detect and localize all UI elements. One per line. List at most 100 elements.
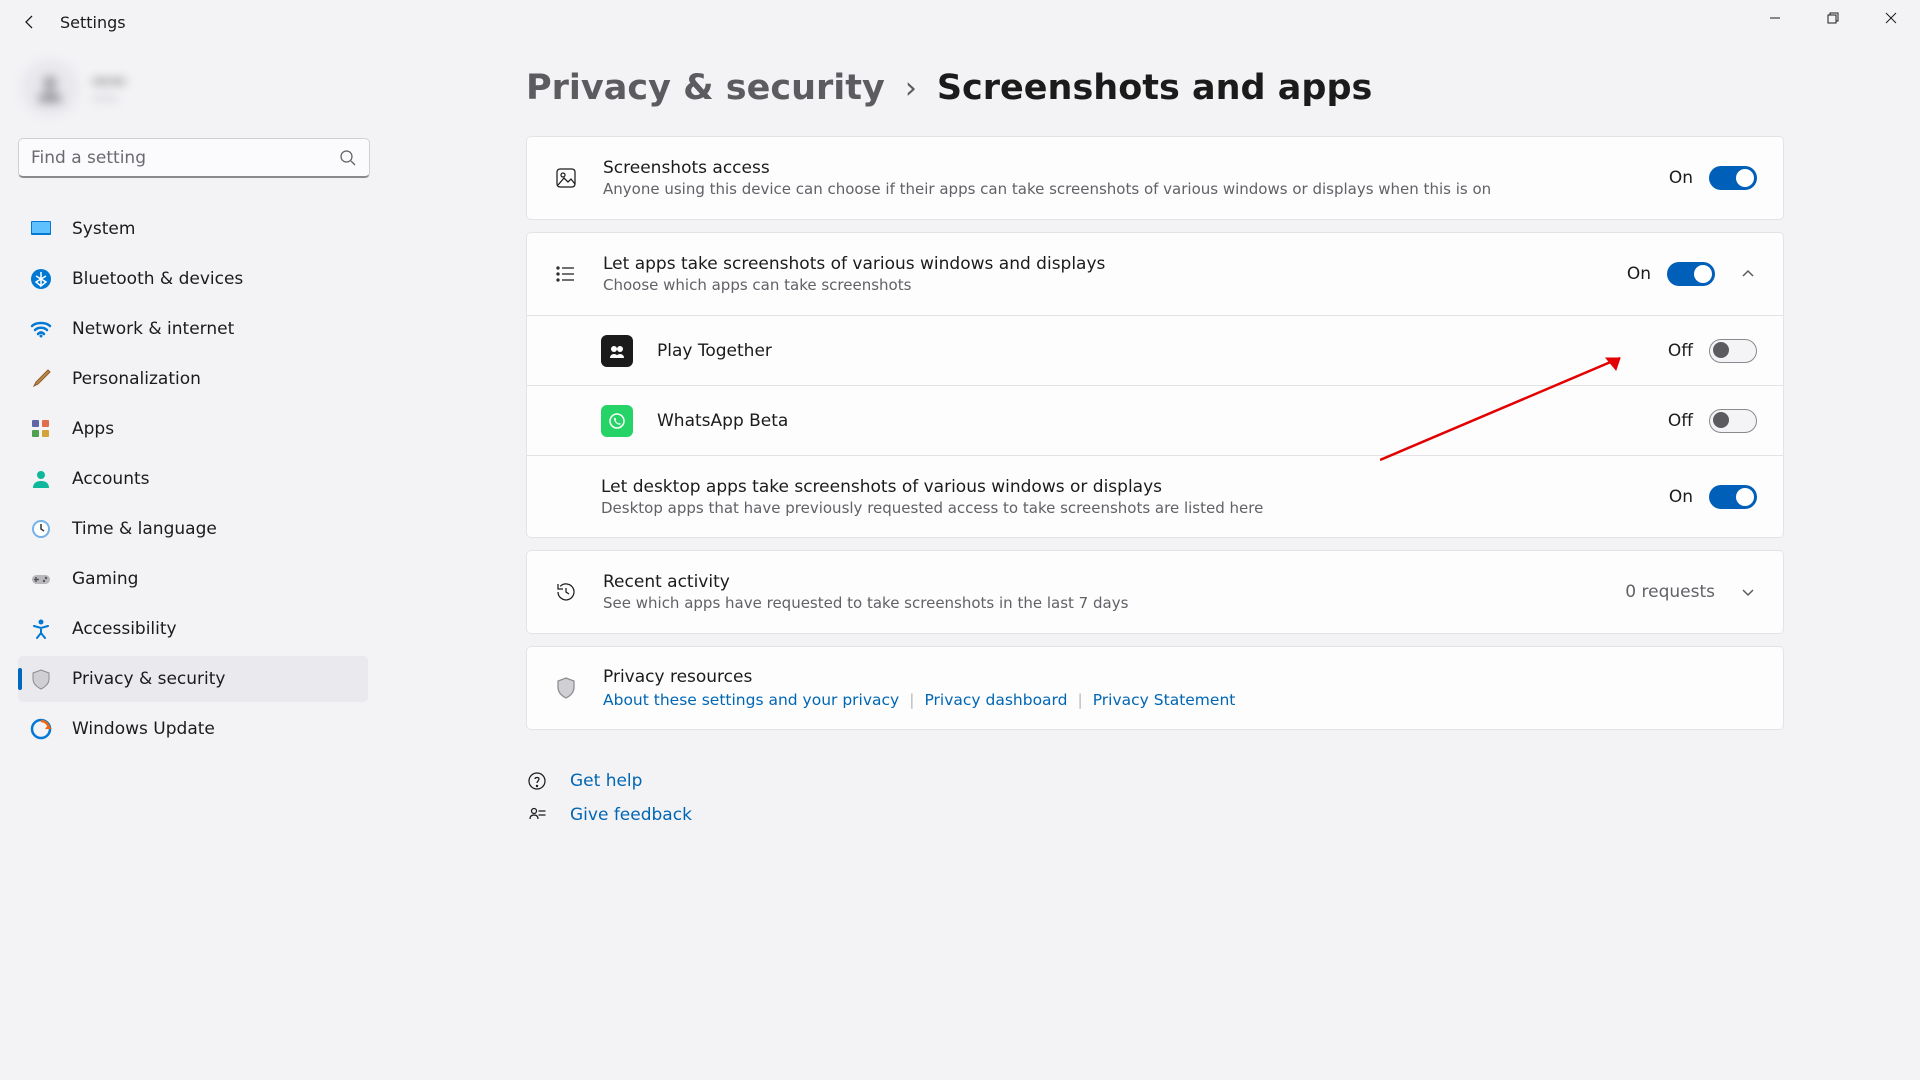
row-title: Privacy resources: [603, 667, 1757, 687]
toggle-desktop-apps[interactable]: [1709, 485, 1757, 509]
nav-time[interactable]: Time & language: [18, 506, 368, 552]
accounts-icon: [30, 468, 52, 490]
profile-email: ——: [92, 91, 126, 106]
link-about-settings[interactable]: About these settings and your privacy: [603, 691, 899, 709]
profile-name: ——: [92, 71, 126, 91]
nav-system[interactable]: System: [18, 206, 368, 252]
nav-gaming[interactable]: Gaming: [18, 556, 368, 602]
window-controls: [1746, 0, 1920, 36]
panel-privacy-resources: Privacy resources About these settings a…: [526, 646, 1784, 730]
toggle-label: Off: [1668, 341, 1693, 361]
image-icon: [553, 165, 579, 191]
row-title: Let apps take screenshots of various win…: [603, 254, 1627, 274]
back-button[interactable]: [16, 8, 44, 36]
row-app-whatsapp: WhatsApp Beta Off: [527, 385, 1783, 455]
chevron-right-icon: ›: [905, 71, 917, 106]
toggle-let-apps[interactable]: [1667, 262, 1715, 286]
nav-personalization[interactable]: Personalization: [18, 356, 368, 402]
link-privacy-dashboard[interactable]: Privacy dashboard: [924, 691, 1067, 709]
update-icon: [30, 718, 52, 740]
row-title: Recent activity: [603, 572, 1625, 592]
panel-let-apps: Let apps take screenshots of various win…: [526, 232, 1784, 538]
nav-label: Bluetooth & devices: [72, 269, 243, 289]
help-icon: [526, 770, 548, 792]
nav-update[interactable]: Windows Update: [18, 706, 368, 752]
nav-network[interactable]: Network & internet: [18, 306, 368, 352]
toggle-label: Off: [1668, 411, 1693, 431]
row-subtitle: Desktop apps that have previously reques…: [601, 499, 1669, 517]
panel-recent-activity[interactable]: Recent activity See which apps have requ…: [526, 550, 1784, 634]
row-title: Let desktop apps take screenshots of var…: [601, 477, 1669, 497]
gamepad-icon: [30, 568, 52, 590]
nav-label: Gaming: [72, 569, 138, 589]
app-name-label: WhatsApp Beta: [657, 411, 1668, 431]
brush-icon: [30, 368, 52, 390]
row-desktop-apps[interactable]: Let desktop apps take screenshots of var…: [527, 455, 1783, 537]
nav-label: Accounts: [72, 469, 150, 489]
search-input[interactable]: [31, 148, 339, 168]
nav-label: Network & internet: [72, 319, 234, 339]
sidebar: —— —— System Bluetooth & devices Network…: [18, 60, 368, 752]
footer-label: Get help: [570, 771, 642, 791]
nav-privacy[interactable]: Privacy & security: [18, 656, 368, 702]
content-area: Screenshots access Anyone using this dev…: [526, 136, 1784, 730]
clock-icon: [30, 518, 52, 540]
nav-accounts[interactable]: Accounts: [18, 456, 368, 502]
row-let-apps[interactable]: Let apps take screenshots of various win…: [527, 233, 1783, 315]
get-help-link[interactable]: Get help: [526, 770, 692, 792]
chevron-down-icon[interactable]: [1739, 583, 1757, 601]
app-icon-play-together: [601, 335, 633, 367]
shield-icon: [30, 668, 52, 690]
nav-accessibility[interactable]: Accessibility: [18, 606, 368, 652]
row-app-play-together: Play Together Off: [527, 315, 1783, 385]
minimize-button[interactable]: [1746, 0, 1804, 36]
nav-label: Windows Update: [72, 719, 215, 739]
breadcrumb: Privacy & security › Screenshots and app…: [526, 68, 1372, 108]
nav-label: System: [72, 219, 135, 239]
system-icon: [30, 218, 52, 240]
accessibility-icon: [30, 618, 52, 640]
history-icon: [553, 579, 579, 605]
nav-apps[interactable]: Apps: [18, 406, 368, 452]
nav-label: Apps: [72, 419, 114, 439]
app-name-label: Play Together: [657, 341, 1668, 361]
nav-label: Accessibility: [72, 619, 177, 639]
nav-bluetooth[interactable]: Bluetooth & devices: [18, 256, 368, 302]
toggle-label: On: [1669, 487, 1693, 507]
close-button[interactable]: [1862, 0, 1920, 36]
row-subtitle: Anyone using this device can choose if t…: [603, 180, 1669, 198]
maximize-button[interactable]: [1804, 0, 1862, 36]
search-box[interactable]: [18, 138, 370, 178]
list-icon: [553, 261, 579, 287]
row-title: Screenshots access: [603, 158, 1669, 178]
app-icon-whatsapp: [601, 405, 633, 437]
give-feedback-link[interactable]: Give feedback: [526, 804, 692, 826]
nav-label: Privacy & security: [72, 669, 226, 689]
bluetooth-icon: [30, 268, 52, 290]
apps-icon: [30, 418, 52, 440]
toggle-label: On: [1627, 264, 1651, 284]
footer-links: Get help Give feedback: [526, 770, 692, 826]
requests-count: 0 requests: [1625, 582, 1715, 602]
titlebar: Settings: [0, 0, 126, 44]
link-privacy-statement[interactable]: Privacy Statement: [1093, 691, 1236, 709]
toggle-screenshots-access[interactable]: [1709, 166, 1757, 190]
search-icon: [339, 149, 357, 167]
feedback-icon: [526, 804, 548, 826]
panel-screenshots-access[interactable]: Screenshots access Anyone using this dev…: [526, 136, 1784, 220]
nav-list: System Bluetooth & devices Network & int…: [18, 206, 368, 752]
breadcrumb-parent[interactable]: Privacy & security: [526, 68, 885, 108]
nav-label: Personalization: [72, 369, 201, 389]
row-subtitle: See which apps have requested to take sc…: [603, 594, 1625, 612]
wifi-icon: [30, 318, 52, 340]
row-subtitle: Choose which apps can take screenshots: [603, 276, 1627, 294]
app-title: Settings: [60, 13, 126, 32]
toggle-whatsapp[interactable]: [1709, 409, 1757, 433]
toggle-play-together[interactable]: [1709, 339, 1757, 363]
profile-block[interactable]: —— ——: [18, 60, 368, 116]
avatar: [22, 60, 78, 116]
chevron-up-icon[interactable]: [1739, 265, 1757, 283]
footer-label: Give feedback: [570, 805, 692, 825]
nav-label: Time & language: [72, 519, 217, 539]
breadcrumb-current: Screenshots and apps: [937, 68, 1372, 108]
